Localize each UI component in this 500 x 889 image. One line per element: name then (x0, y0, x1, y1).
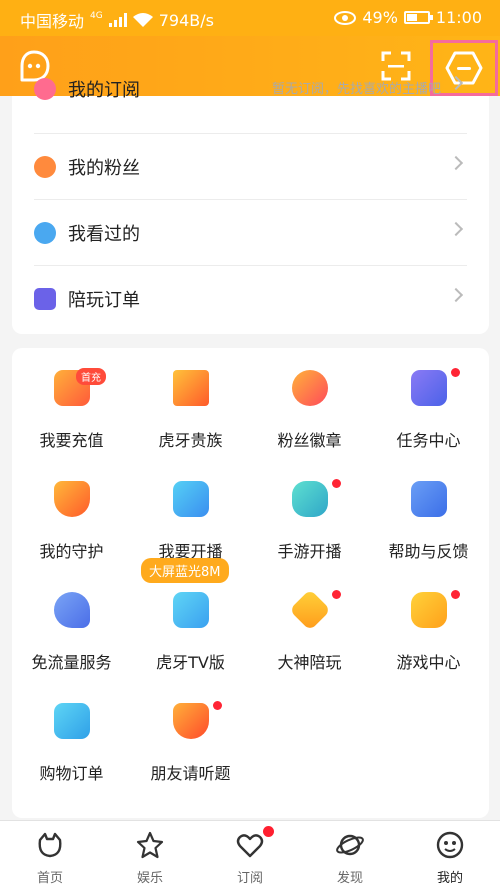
chevron-right-icon (448, 287, 464, 303)
profile-icon (436, 831, 464, 859)
grid-item-label: 我的守护 (39, 542, 104, 561)
order-icon (34, 288, 56, 310)
game-controller-icon (411, 592, 447, 628)
network-label: 4G (90, 11, 103, 21)
home-icon (38, 832, 62, 858)
clock: 11:00 (435, 8, 482, 27)
grid-item-task-center[interactable]: 任务中心 (369, 348, 488, 459)
grid-item-label: 免流量服务 (31, 653, 112, 672)
first-charge-tag: 首充 (76, 368, 106, 385)
gamepad-icon (292, 481, 328, 517)
grid-item-start-stream[interactable]: 我要开播 (131, 459, 250, 570)
grid-item-label: 帮助与反馈 (388, 542, 469, 561)
tab-entertainment[interactable]: 娱乐 (100, 821, 200, 889)
grid-item-recharge[interactable]: 首充 我要充值 (12, 348, 131, 459)
signal-icon (108, 13, 127, 27)
notification-dot (332, 590, 341, 599)
list-item-order[interactable]: 陪玩订单 (12, 266, 489, 332)
tab-home[interactable]: 首页 (0, 821, 100, 889)
satellite-icon (54, 592, 90, 628)
chevron-right-icon (448, 221, 464, 237)
subscribe-icon (34, 78, 56, 100)
grid-item-label: 我要充值 (39, 431, 104, 450)
tab-profile[interactable]: 我的 (400, 821, 500, 889)
menu-list-card: 我的订阅 暂无订阅，先找喜欢的主播吧 我的粉丝 我看过的 陪玩订单 (12, 75, 489, 334)
battery-percent: 49% (362, 8, 398, 27)
bottom-tab-bar: 首页 娱乐 订阅 发现 我的 (0, 820, 500, 889)
tab-label: 首页 (36, 871, 63, 886)
grid-item-label: 大神陪玩 (277, 653, 342, 672)
chevron-right-icon (448, 75, 464, 91)
list-item-label: 我的粉丝 (68, 158, 140, 179)
grid-item-tv-version[interactable]: 大屏蓝光8M 虎牙TV版 (131, 558, 250, 681)
grid-item-fan-badge[interactable]: 粉丝徽章 (250, 348, 369, 459)
grid-item-game-center[interactable]: 游戏中心 (369, 570, 488, 681)
eye-icon (334, 10, 357, 25)
heart-icon (236, 834, 264, 858)
tab-discover[interactable]: 发现 (300, 821, 400, 889)
list-item-fans[interactable]: 我的粉丝 (12, 134, 489, 200)
grid-item-mobile-game-stream[interactable]: 手游开播 (250, 459, 369, 570)
trophy-icon (173, 703, 209, 739)
tab-label: 发现 (336, 871, 363, 886)
crown-icon (173, 370, 209, 406)
notification-dot (451, 590, 460, 599)
tv-promo-tag: 大屏蓝光8M (141, 558, 229, 583)
diamond-icon (289, 589, 331, 631)
planet-icon (336, 834, 364, 856)
cart-icon (54, 703, 90, 739)
notification-dot (213, 701, 222, 710)
grid-item-label: 虎牙贵族 (158, 431, 223, 450)
list-item-hint: 暂无订阅，先找喜欢的主播吧 (271, 82, 441, 97)
fans-icon (34, 156, 56, 178)
notification-dot (263, 826, 274, 837)
grid-item-noble[interactable]: 虎牙贵族 (131, 348, 250, 459)
list-item-subscribe[interactable]: 我的订阅 暂无订阅，先找喜欢的主播吧 (12, 75, 489, 142)
notification-dot (332, 479, 341, 488)
star-icon (136, 831, 164, 859)
wifi-icon (132, 13, 153, 27)
tv-icon (173, 592, 209, 628)
heart-badge-icon (292, 370, 328, 406)
chevron-right-icon (448, 155, 464, 171)
list-item-label: 我看过的 (68, 224, 140, 245)
grid-item-help-feedback[interactable]: 帮助与反馈 (369, 459, 488, 570)
network-speed: 794B/s (158, 10, 214, 30)
tab-label: 订阅 (236, 871, 263, 886)
grid-item-label: 朋友请听题 (150, 764, 231, 783)
list-item-label: 我的订阅 (68, 80, 140, 101)
grid-item-free-data[interactable]: 免流量服务 (12, 570, 131, 681)
task-icon (411, 370, 447, 406)
video-icon (173, 481, 209, 517)
grid-item-label: 任务中心 (396, 431, 461, 450)
list-item-history[interactable]: 我看过的 (12, 200, 489, 266)
battery-icon (403, 11, 433, 24)
help-icon (411, 481, 447, 517)
grid-item-label: 游戏中心 (396, 653, 461, 672)
grid-item-shopping-orders[interactable]: 购物订单 (12, 681, 131, 792)
grid-item-friend-quiz[interactable]: 朋友请听题 (131, 681, 250, 792)
carrier-label: 中国移动 (20, 12, 85, 31)
shield-icon (54, 481, 90, 517)
notification-dot (451, 368, 460, 377)
grid-item-guard[interactable]: 我的守护 (12, 459, 131, 570)
tab-label: 娱乐 (136, 871, 163, 886)
status-bar: 中国移动 4G 794B/s 49% 11:00 (0, 0, 500, 36)
feature-grid-card: 首充 我要充值 虎牙贵族 粉丝徽章 任务中心 我的守护 我要开播 手游开播 帮助… (12, 348, 489, 818)
history-icon (34, 222, 56, 244)
grid-item-label: 购物订单 (39, 764, 104, 783)
grid-item-label: 手游开播 (277, 542, 342, 561)
grid-item-label: 虎牙TV版 (156, 653, 225, 672)
list-item-label: 陪玩订单 (68, 290, 140, 311)
tab-label: 我的 (436, 871, 463, 886)
tab-subscribe[interactable]: 订阅 (200, 821, 300, 889)
grid-item-label: 粉丝徽章 (277, 431, 342, 450)
grid-item-pro-companion[interactable]: 大神陪玩 (250, 570, 369, 681)
